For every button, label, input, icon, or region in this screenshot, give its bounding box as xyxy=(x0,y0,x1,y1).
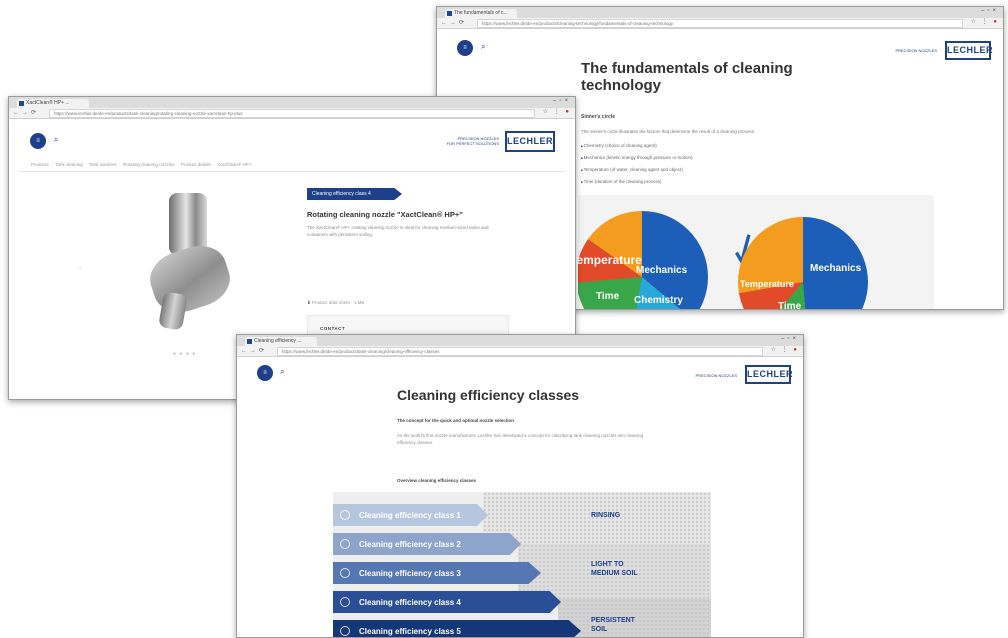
contact-label: CONTACT xyxy=(320,326,346,331)
search-icon[interactable]: ⌕ xyxy=(54,135,58,145)
browser-tab[interactable]: The fundamentals of c... xyxy=(445,9,517,18)
download-icon: ⬇ xyxy=(307,300,311,305)
menu-button[interactable]: ≡ xyxy=(257,365,273,381)
tab-bar: The fundamentals of c... –▫× xyxy=(437,7,1003,18)
breadcrumb-item[interactable]: Product details xyxy=(181,162,211,167)
search-icon[interactable]: ⌕ xyxy=(280,367,284,377)
section-label: Sinner's circle xyxy=(581,114,615,120)
download-size: 1 MB xyxy=(353,300,365,305)
brand-logo[interactable]: LECHLER xyxy=(945,41,993,60)
browser-tab[interactable]: Cleaning efficiency ... xyxy=(245,337,317,346)
plus-icon xyxy=(340,597,350,607)
overview-label: Overview cleaning efficiency classes xyxy=(397,478,477,483)
address-bar-row: ←→⟳ https://www.lechler.de/de-en/product… xyxy=(437,18,1003,29)
category-light-medium-soil: LIGHT TO MEDIUM SOIL xyxy=(591,561,638,577)
window-controls[interactable]: –▫× xyxy=(553,98,571,104)
carousel-prev-icon[interactable]: ‹ xyxy=(79,265,81,272)
extensions-icon[interactable]: ☆ ⋮ ● xyxy=(971,18,999,25)
class-label: Cleaning efficiency class 1 xyxy=(359,510,461,520)
efficiency-classes-graphic: Cleaning efficiency class 1 Cleaning eff… xyxy=(333,492,711,637)
page-title: The fundamentals of cleaning technology xyxy=(581,60,793,94)
nozzle-tip xyxy=(158,291,188,331)
extensions-icon[interactable]: ☆ ⋮ ● xyxy=(543,108,571,115)
breadcrumb-item[interactable]: Tank cleaning xyxy=(55,162,83,167)
breadcrumb-item[interactable]: Tank washers xyxy=(89,162,117,167)
extensions-icon[interactable]: ☆ ⋮ ● xyxy=(771,346,799,353)
url-field[interactable]: https://www.lechler.de/de-en/products/cl… xyxy=(477,19,963,28)
tab-bar: Cleaning efficiency ... –▫× xyxy=(237,335,803,346)
tab-title: XactClean® HP+ ... xyxy=(26,100,70,106)
class-label: Cleaning efficiency class 4 xyxy=(359,597,461,607)
pie-label-temperature: Temperature xyxy=(740,279,794,289)
bullet-item: Time (duration of the cleaning process) xyxy=(581,179,662,184)
tab-title: The fundamentals of c... xyxy=(454,10,508,16)
bullet-item: Temperature (of water, cleaning agent an… xyxy=(581,167,683,172)
bullet-item: Mechanics (kinetic energy through pressu… xyxy=(581,155,693,160)
class-label: Cleaning efficiency class 3 xyxy=(359,568,461,578)
download-row[interactable]: ⬇ Product data sheet · 1 MB xyxy=(307,300,364,306)
plus-icon xyxy=(340,568,350,578)
breadcrumb-item[interactable]: Products xyxy=(31,162,49,167)
address-bar-row: ←→⟳ https://www.lechler.de/de-en/product… xyxy=(237,346,803,357)
address-bar-row: ←→⟳ https://www.lechler.de/de-en/product… xyxy=(9,108,575,119)
plus-icon xyxy=(340,626,350,636)
brand-tagline: PRECISION NOZZLES xyxy=(695,373,737,378)
efficiency-badge: Cleaning efficiency class 4 xyxy=(307,188,402,200)
efficiency-class-2-bar[interactable]: Cleaning efficiency class 2 xyxy=(333,533,521,555)
menu-button[interactable]: ≡ xyxy=(30,133,46,149)
pie-label-chemistry: Chemistry xyxy=(634,295,683,306)
product-title: Rotating cleaning nozzle "XactClean® HP+… xyxy=(307,210,463,219)
efficiency-class-1-bar[interactable]: Cleaning efficiency class 1 xyxy=(333,504,488,526)
efficiency-class-4-bar[interactable]: Cleaning efficiency class 4 xyxy=(333,591,561,613)
tab-title: Cleaning efficiency ... xyxy=(254,338,302,344)
breadcrumb-item[interactable]: XactClean® HP+ xyxy=(217,162,251,167)
body-text: As the world's first nozzle manufacturer… xyxy=(397,433,643,445)
window-controls[interactable]: –▫× xyxy=(781,336,799,342)
tab-bar: XactClean® HP+ ... –▫× xyxy=(9,97,575,108)
nav-buttons-icon[interactable]: ←→⟳ xyxy=(241,347,267,354)
pie-label-time: Time xyxy=(778,301,802,309)
class-label: Cleaning efficiency class 2 xyxy=(359,539,461,549)
browser-tab[interactable]: XactClean® HP+ ... xyxy=(17,99,89,108)
efficiency-class-3-bar[interactable]: Cleaning efficiency class 3 xyxy=(333,562,541,584)
category-rinsing: RINSING xyxy=(591,512,621,519)
url-field[interactable]: https://www.lechler.de/de-en/products/ta… xyxy=(49,109,535,118)
breadcrumb-item[interactable]: Rotating cleaning nozzles xyxy=(123,162,174,167)
brand-tagline: PRECISION NOZZLES xyxy=(895,48,937,53)
page-subtitle: The concept for the quick and optimal no… xyxy=(397,418,515,423)
pie-label-mechanics: Mechanics xyxy=(636,265,688,276)
product-description: The XactClean® HP+ rotating cleaning noz… xyxy=(307,225,489,238)
class-label: Cleaning efficiency class 5 xyxy=(359,626,461,636)
favicon-icon xyxy=(447,11,452,16)
product-image xyxy=(143,193,239,343)
intro-text: The Sinner's circle illustrates the fact… xyxy=(581,129,756,134)
efficiency-class-5-bar[interactable]: Cleaning efficiency class 5 xyxy=(333,620,581,637)
search-icon[interactable]: ⌕ xyxy=(481,42,485,52)
browser-window-classes: Cleaning efficiency ... –▫× ←→⟳ https://… xyxy=(236,334,804,638)
brand-logo[interactable]: LECHLER xyxy=(745,365,793,384)
brand-logo[interactable]: LECHLER xyxy=(505,131,555,152)
nav-buttons-icon[interactable]: ←→⟳ xyxy=(441,19,467,26)
nav-buttons-icon[interactable]: ←→⟳ xyxy=(13,109,39,116)
category-persistent-soil: PERSISTENT SOIL xyxy=(591,617,635,633)
plus-icon xyxy=(340,510,350,520)
favicon-icon xyxy=(19,101,24,106)
pie-label-temperature: Temperature xyxy=(578,253,642,267)
plus-icon xyxy=(340,539,350,549)
menu-button[interactable]: ≡ xyxy=(457,40,473,56)
breadcrumb: Products · Tank cleaning · Tank washers … xyxy=(31,162,252,167)
favicon-icon xyxy=(247,339,252,344)
window-controls[interactable]: –▫× xyxy=(981,8,999,14)
download-label: Product data sheet xyxy=(312,300,350,305)
brand-tagline: PRECISION NOZZLES FOR PERFECT SOLUTIONS xyxy=(446,136,499,146)
sinner-circle-figure: Temperature Mechanics Time Chemistry ↙ M… xyxy=(578,195,934,309)
pie-label-time: Time xyxy=(596,291,620,302)
pie-label-mechanics: Mechanics xyxy=(810,263,862,274)
page-title: Cleaning efficiency classes xyxy=(397,387,580,403)
nozzle-head xyxy=(143,238,237,320)
bullet-item: Chemistry (choice of cleaning agent) xyxy=(581,143,657,148)
carousel-dots[interactable]: ● ● ● ● xyxy=(173,351,196,357)
url-field[interactable]: https://www.lechler.de/de-en/products/ta… xyxy=(277,347,763,356)
divider xyxy=(19,171,565,172)
